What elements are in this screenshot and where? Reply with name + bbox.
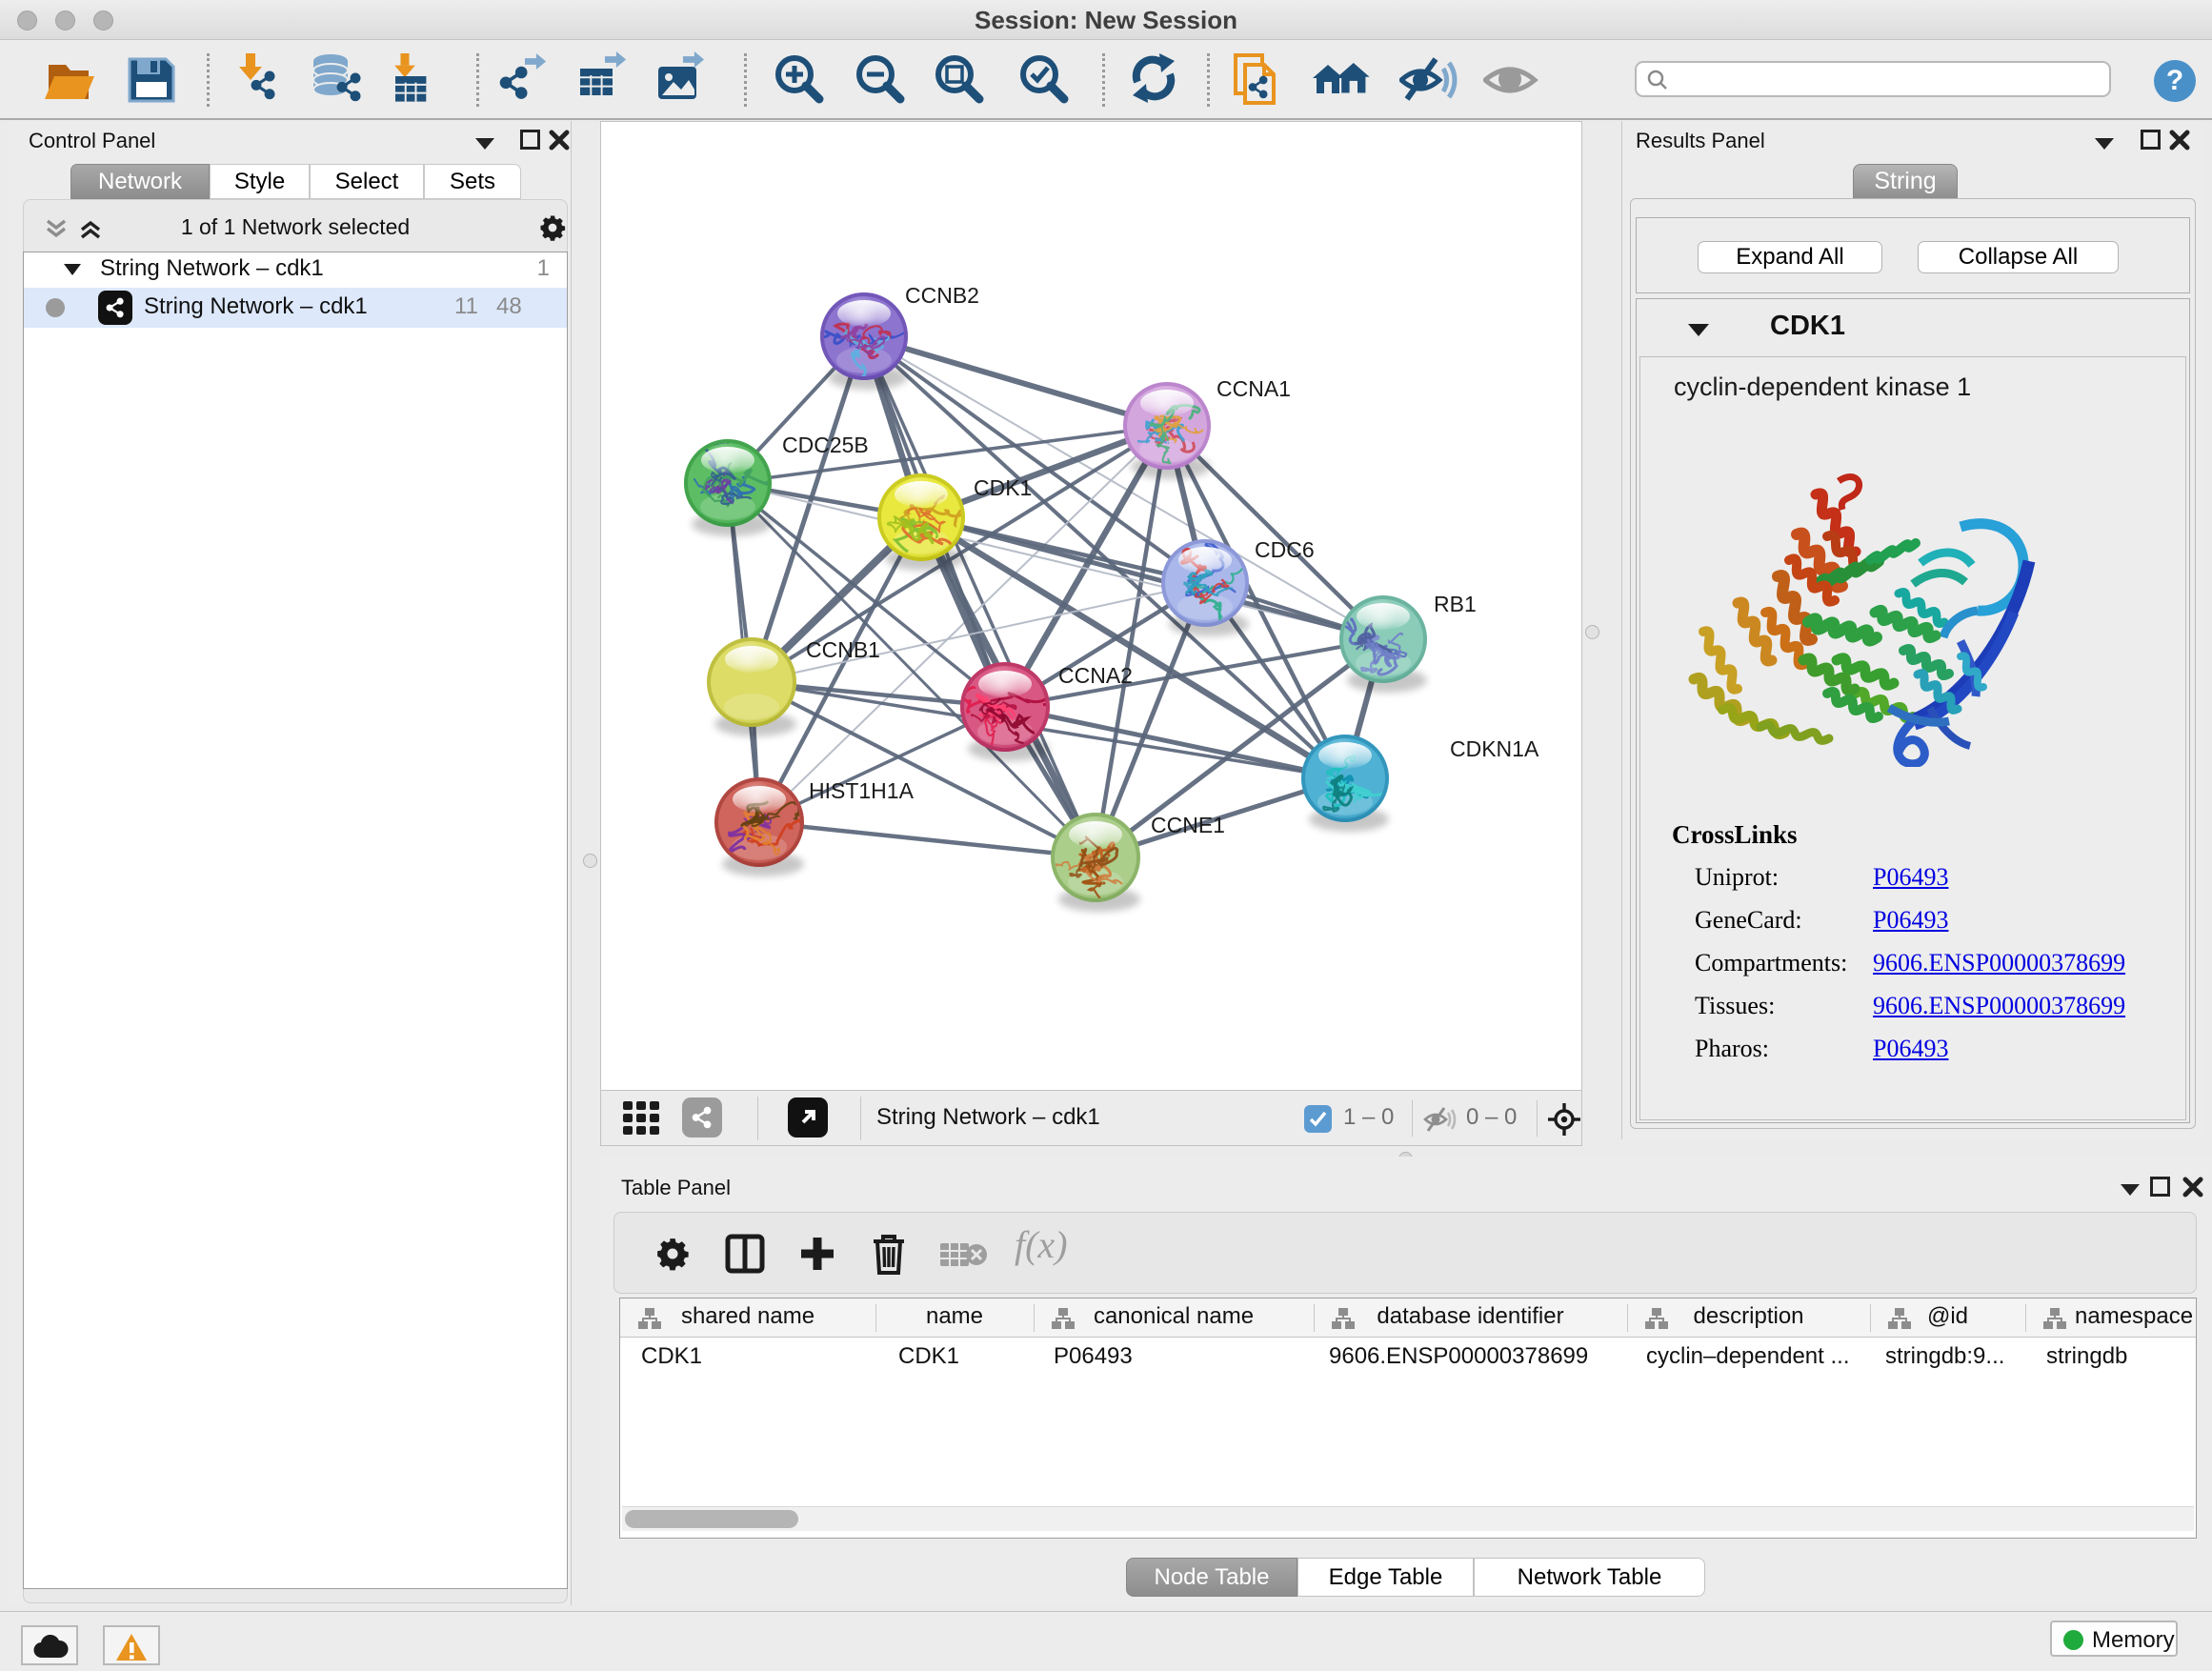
svg-text:CDK1: CDK1 [974, 475, 1032, 500]
svg-text:CCNB2: CCNB2 [905, 283, 979, 308]
svg-text:CCNE1: CCNE1 [1151, 813, 1225, 837]
svg-text:CDC25B: CDC25B [782, 433, 869, 457]
svg-text:CCNB1: CCNB1 [806, 637, 880, 662]
svg-text:CDC6: CDC6 [1255, 537, 1315, 562]
svg-text:CCNA1: CCNA1 [1217, 376, 1291, 401]
svg-text:HIST1H1A: HIST1H1A [809, 778, 915, 803]
svg-text:RB1: RB1 [1434, 592, 1477, 616]
svg-text:CCNA2: CCNA2 [1058, 663, 1133, 688]
svg-text:CDKN1A: CDKN1A [1450, 736, 1539, 761]
